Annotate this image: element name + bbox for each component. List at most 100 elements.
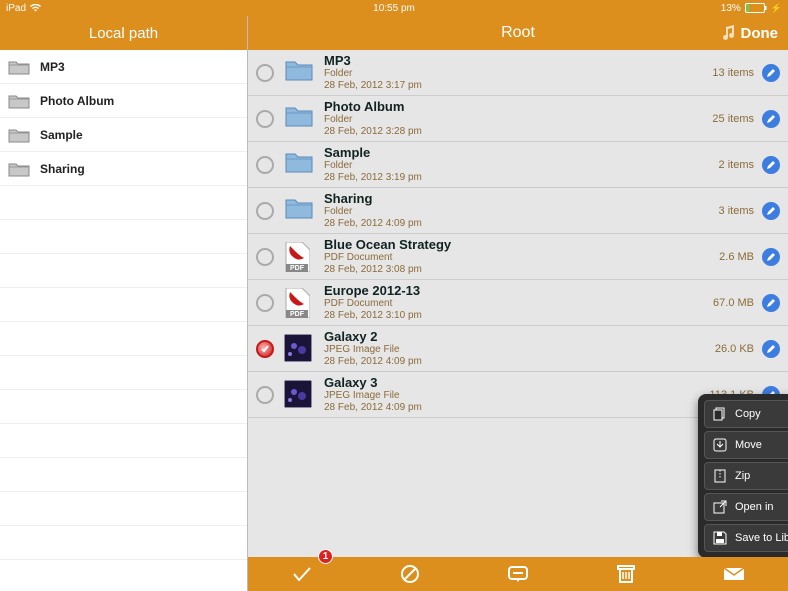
sidebar-item[interactable]: Photo Album xyxy=(0,84,247,118)
file-row[interactable]: SharingFolder28 Feb, 2012 4:09 pm3 items xyxy=(248,188,788,234)
folder-icon xyxy=(284,196,314,226)
sidebar-item[interactable]: MP3 xyxy=(0,50,247,84)
file-meta: 26.0 KB xyxy=(715,343,754,355)
file-date: 28 Feb, 2012 4:09 pm xyxy=(324,402,710,414)
sidebar-item[interactable]: Sharing xyxy=(0,152,247,186)
file-date: 28 Feb, 2012 3:28 pm xyxy=(324,126,712,138)
svg-text:PDF: PDF xyxy=(290,311,305,318)
folder-icon xyxy=(8,161,30,177)
file-row[interactable]: SampleFolder28 Feb, 2012 3:19 pm2 items xyxy=(248,142,788,188)
file-kind: JPEG Image File xyxy=(324,390,710,402)
file-meta: 25 items xyxy=(712,113,754,125)
row-selector[interactable] xyxy=(256,386,274,404)
bottom-toolbar: 1 xyxy=(248,557,788,591)
file-date: 28 Feb, 2012 3:08 pm xyxy=(324,264,719,276)
file-kind: Folder xyxy=(324,206,719,218)
popover-label: Open in xyxy=(735,501,774,513)
folder-icon xyxy=(284,58,314,88)
file-name: Galaxy 3 xyxy=(324,375,710,390)
move-icon xyxy=(713,438,727,452)
file-kind: PDF Document xyxy=(324,252,719,264)
device-label: iPad xyxy=(6,3,26,14)
file-kind: Folder xyxy=(324,160,719,172)
folder-icon xyxy=(8,127,30,143)
sidebar-item-label: MP3 xyxy=(40,60,65,74)
file-date: 28 Feb, 2012 3:19 pm xyxy=(324,172,719,184)
edit-button[interactable] xyxy=(762,64,780,82)
edit-button[interactable] xyxy=(762,202,780,220)
deselect-button[interactable] xyxy=(390,559,430,589)
popover-label: Copy xyxy=(735,408,761,420)
row-selector[interactable] xyxy=(256,64,274,82)
save-icon xyxy=(713,531,727,545)
edit-button[interactable] xyxy=(762,248,780,266)
file-name: Photo Album xyxy=(324,99,712,114)
mail-button[interactable] xyxy=(714,559,754,589)
popover-item-move[interactable]: Move xyxy=(704,431,788,459)
select-button[interactable] xyxy=(282,559,322,589)
row-selector[interactable] xyxy=(256,248,274,266)
page-title: Root xyxy=(501,24,535,42)
rename-button[interactable] xyxy=(498,559,538,589)
file-kind: JPEG Image File xyxy=(324,344,715,356)
file-name: Sharing xyxy=(324,191,719,206)
row-selector[interactable] xyxy=(256,156,274,174)
edit-button[interactable] xyxy=(762,110,780,128)
file-meta: 2 items xyxy=(719,159,754,171)
popover-label: Zip xyxy=(735,470,750,482)
svg-text:PDF: PDF xyxy=(290,265,305,272)
file-name: MP3 xyxy=(324,53,712,68)
sidebar-title: Local path xyxy=(0,16,247,50)
file-row[interactable]: PDFEurope 2012-13PDF Document28 Feb, 201… xyxy=(248,280,788,326)
action-popover: Copy Move Zip Open in Save to Library xyxy=(698,394,788,558)
status-bar: iPad 10:55 pm 13% ⚡ xyxy=(0,0,788,16)
sidebar-item-label: Sample xyxy=(40,128,83,142)
file-row[interactable]: Galaxy 2JPEG Image File28 Feb, 2012 4:09… xyxy=(248,326,788,372)
file-row[interactable]: Photo AlbumFolder28 Feb, 2012 3:28 pm25 … xyxy=(248,96,788,142)
popover-item-zip[interactable]: Zip xyxy=(704,462,788,490)
file-row[interactable]: PDFBlue Ocean StrategyPDF Document28 Feb… xyxy=(248,234,788,280)
edit-button[interactable] xyxy=(762,294,780,312)
file-meta: 3 items xyxy=(719,205,754,217)
file-name: Europe 2012-13 xyxy=(324,283,713,298)
row-selector[interactable] xyxy=(256,110,274,128)
folder-icon xyxy=(8,93,30,109)
file-kind: Folder xyxy=(324,68,712,80)
sidebar-item[interactable]: Sample xyxy=(0,118,247,152)
popover-item-save[interactable]: Save to Library xyxy=(704,524,788,552)
folder-icon xyxy=(284,104,314,134)
popover-item-openin[interactable]: Open in xyxy=(704,493,788,521)
wifi-icon xyxy=(30,4,41,12)
delete-button[interactable] xyxy=(606,559,646,589)
folder-icon xyxy=(8,59,30,75)
openin-icon xyxy=(713,500,727,514)
image-icon xyxy=(284,334,314,364)
popover-item-copy[interactable]: Copy xyxy=(704,400,788,428)
done-button[interactable]: Done xyxy=(741,25,779,42)
music-icon[interactable] xyxy=(721,25,735,41)
edit-button[interactable] xyxy=(762,156,780,174)
battery-label: 13% xyxy=(721,3,741,14)
row-selector[interactable] xyxy=(256,294,274,312)
charging-icon: ⚡ xyxy=(771,3,782,14)
file-meta: 2.6 MB xyxy=(719,251,754,263)
row-selector[interactable] xyxy=(256,202,274,220)
file-row[interactable]: MP3Folder28 Feb, 2012 3:17 pm13 items xyxy=(248,50,788,96)
sidebar: Local path MP3 Photo Album Sample Sharing xyxy=(0,16,248,591)
pdf-icon: PDF xyxy=(284,242,314,272)
copy-icon xyxy=(713,407,727,421)
pdf-icon: PDF xyxy=(284,288,314,318)
file-meta: 67.0 MB xyxy=(713,297,754,309)
edit-button[interactable] xyxy=(762,340,780,358)
file-kind: Folder xyxy=(324,114,712,126)
zip-icon xyxy=(713,469,727,483)
sidebar-item-label: Photo Album xyxy=(40,94,114,108)
popover-label: Save to Library xyxy=(735,532,788,544)
sidebar-item-label: Sharing xyxy=(40,162,85,176)
main-panel: Root Done MP3Folder28 Feb, 2012 3:17 pm1… xyxy=(248,16,788,591)
row-selector[interactable] xyxy=(256,340,274,358)
file-meta: 13 items xyxy=(712,67,754,79)
file-date: 28 Feb, 2012 4:09 pm xyxy=(324,218,719,230)
image-icon xyxy=(284,380,314,410)
file-name: Galaxy 2 xyxy=(324,329,715,344)
